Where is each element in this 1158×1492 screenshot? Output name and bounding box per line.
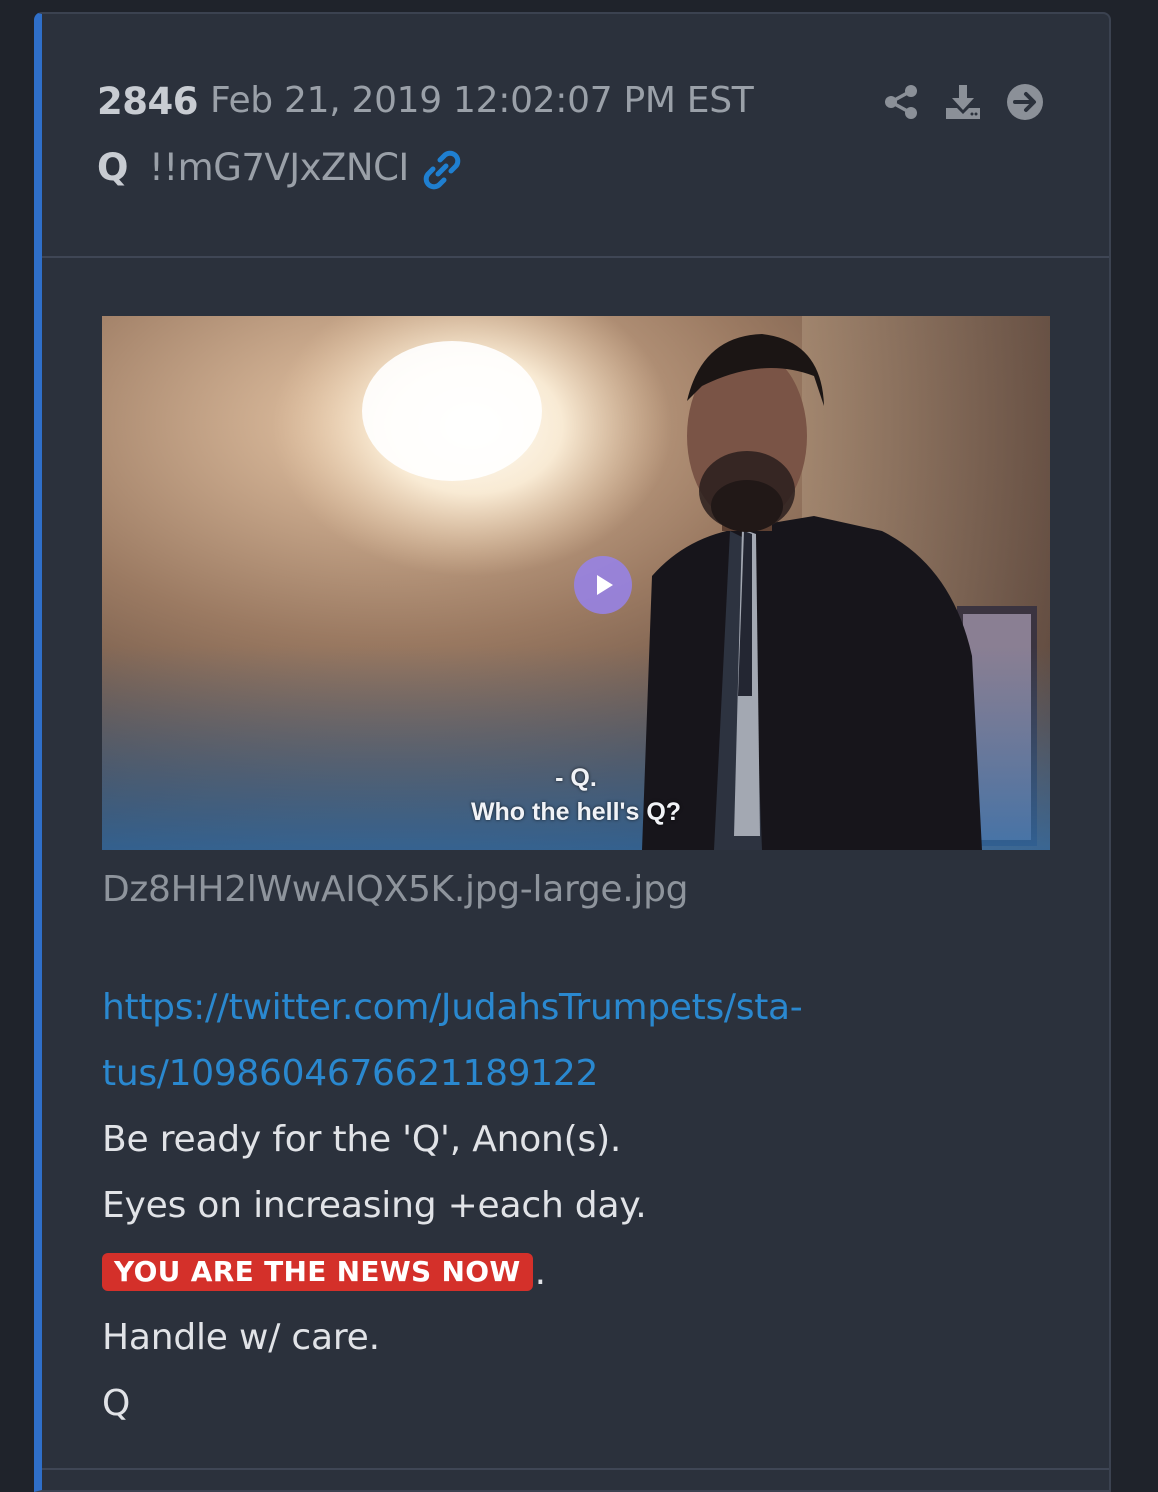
post-tripcode: !!mG7VJxZNCI bbox=[149, 146, 409, 189]
post-header: 2846 Feb 21, 2019 12:02:07 PM EST Q !!mG… bbox=[42, 14, 1109, 258]
download-icon[interactable] bbox=[943, 82, 983, 122]
video-subtitle-line1: - Q. bbox=[555, 764, 597, 792]
post-card: 2846 Feb 21, 2019 12:02:07 PM EST Q !!mG… bbox=[34, 12, 1111, 1492]
post-author: Q bbox=[97, 146, 129, 189]
tweet-link-line2: tus/1098604676621189122 bbox=[102, 1053, 599, 1094]
attachment-filename[interactable]: Dz8HH2lWwAIQX5K.jpg-large.jpg bbox=[102, 868, 1062, 912]
tweet-link[interactable]: https://twitter.com/JudahsTrumpets/sta- … bbox=[102, 975, 862, 1107]
tweet-link-line1: https://twitter.com/JudahsTrumpets/sta- bbox=[102, 987, 803, 1028]
message-line: Be ready for the 'Q', Anon(s). bbox=[102, 1119, 622, 1160]
video-thumbnail[interactable]: - Q. Who the hell's Q? bbox=[102, 316, 1050, 850]
post-date: Feb 21, 2019 12:02:07 PM EST bbox=[210, 80, 754, 121]
badge-suffix: . bbox=[534, 1251, 547, 1293]
share-icon[interactable] bbox=[881, 82, 921, 122]
link-icon[interactable] bbox=[420, 148, 464, 192]
message-line: Eyes on increasing +each day. bbox=[102, 1185, 647, 1226]
divider bbox=[42, 1468, 1109, 1470]
highlight-badge: YOU ARE THE NEWS NOW bbox=[102, 1253, 533, 1291]
message-signature: Q bbox=[102, 1383, 131, 1424]
post-number[interactable]: 2846 bbox=[97, 80, 198, 123]
post-body: - Q. Who the hell's Q? Dz8HH2lWwAIQX5K.j… bbox=[102, 316, 1062, 1437]
message-line: Handle w/ care. bbox=[102, 1317, 380, 1358]
post-actions bbox=[881, 80, 1045, 124]
highlight-line: YOU ARE THE NEWS NOW . bbox=[102, 1239, 1062, 1305]
arrow-right-circle-icon[interactable] bbox=[1005, 82, 1045, 122]
play-button[interactable] bbox=[574, 556, 632, 614]
video-subtitle-line2: Who the hell's Q? bbox=[470, 798, 682, 826]
